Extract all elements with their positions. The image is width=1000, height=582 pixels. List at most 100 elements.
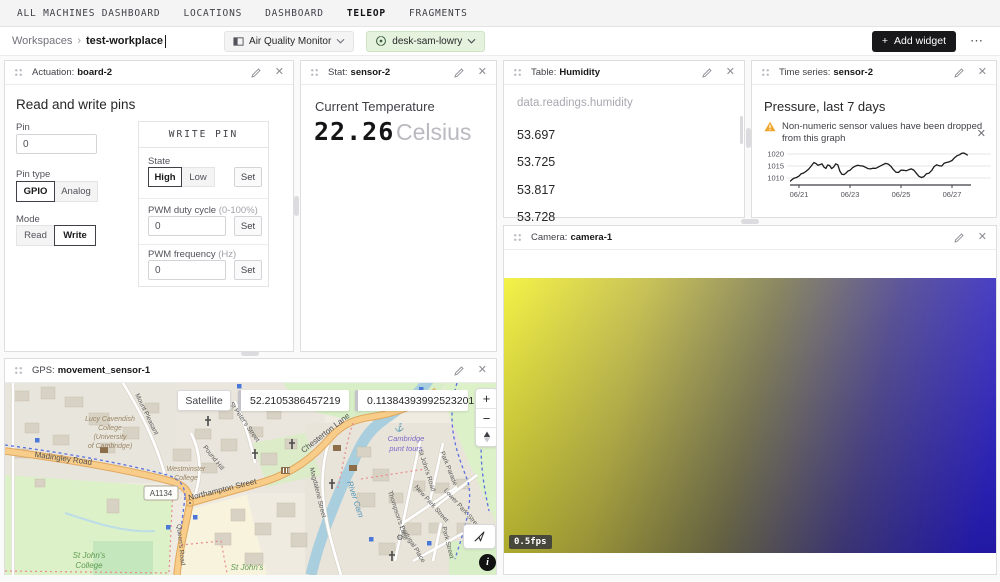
widget-name: Humidity [559, 67, 600, 78]
pwm-duty-input[interactable] [148, 216, 226, 236]
machine-select[interactable]: desk-sam-lowry [366, 31, 485, 52]
map-label: St John's [231, 563, 264, 572]
drag-handle-icon[interactable] [14, 67, 23, 78]
fps-badge: 0.5fps [509, 535, 552, 549]
edit-pencil-icon[interactable] [453, 67, 465, 79]
pin-label: Pin [16, 122, 30, 133]
state-high-button[interactable]: High [148, 167, 182, 187]
map-label: Cambridge [388, 434, 425, 443]
edit-pencil-icon[interactable] [701, 67, 713, 79]
table-column-header: data.readings.humidity [517, 97, 633, 109]
compass-pitch-button[interactable] [476, 427, 496, 446]
navigation-arrow-icon [473, 530, 486, 543]
locate-button[interactable] [463, 524, 496, 549]
drag-handle-icon[interactable] [513, 232, 522, 243]
map-label: St John's [73, 551, 106, 560]
nav-fragments[interactable]: FRAGMENTS [409, 8, 468, 19]
pressure-line-chart: 10101015102006/2106/2306/2506/27 [757, 147, 995, 211]
column-resize-handle[interactable] [746, 128, 751, 148]
add-widget-button[interactable]: + Add widget [872, 31, 956, 52]
widget-type-label: Camera: [531, 232, 567, 243]
drag-handle-icon[interactable] [14, 365, 23, 376]
chevron-down-icon [336, 38, 345, 44]
svg-text:06/23: 06/23 [841, 190, 860, 199]
state-low-button[interactable]: Low [181, 167, 215, 187]
zoom-out-button[interactable]: − [476, 408, 496, 427]
close-icon[interactable]: ✕ [978, 67, 987, 78]
nav-teleop[interactable]: TELEOP [347, 8, 386, 19]
attribution-info-icon[interactable]: i [479, 554, 496, 571]
close-icon[interactable]: ✕ [478, 67, 487, 78]
road-shield-label: A1134 [150, 489, 173, 498]
widget-type-label: Stat: [328, 67, 348, 78]
more-menu-button[interactable]: ⋯ [970, 33, 984, 49]
warning-dismiss-icon[interactable]: ✕ [977, 127, 986, 140]
workspace-toolbar: Workspaces › test-workplace Air Quality … [0, 27, 1000, 56]
mode-write-button[interactable]: Write [54, 225, 96, 246]
close-icon[interactable]: ✕ [275, 67, 284, 78]
state-label: State [148, 156, 170, 167]
row-resize-handle[interactable] [241, 351, 259, 356]
map-label: punt tours [388, 444, 423, 453]
plus-icon: + [882, 35, 888, 47]
edit-pencil-icon[interactable] [953, 232, 965, 244]
pin-input[interactable] [16, 134, 97, 154]
nav-all-machines-dashboard[interactable]: ALL MACHINES DASHBOARD [17, 8, 160, 19]
widget-name: camera-1 [570, 232, 612, 243]
warning-banner: Non-numeric sensor values have been drop… [764, 121, 986, 145]
pwm-freq-set-button[interactable]: Set [234, 260, 262, 280]
widget-type-label: GPS: [32, 365, 55, 376]
row-resize-handle[interactable] [741, 219, 759, 224]
close-icon[interactable]: ✕ [726, 67, 735, 78]
workspace-select[interactable]: Air Quality Monitor [224, 31, 354, 52]
breadcrumb-separator: › [77, 35, 81, 47]
map-label: Westminster [167, 466, 206, 473]
workspace-icon [233, 36, 244, 47]
svg-text:06/25: 06/25 [892, 190, 911, 199]
pwm-freq-input[interactable] [148, 260, 226, 280]
widget-camera: Camera: camera-1 ✕ 0.5fps [503, 225, 997, 575]
divider [139, 244, 268, 245]
widget-name: movement_sensor-1 [58, 365, 150, 376]
pin-type-gpio-button[interactable]: GPIO [16, 181, 55, 202]
breadcrumb-current[interactable]: test-workplace [86, 35, 163, 47]
pin-type-analog-button[interactable]: Analog [54, 181, 98, 202]
zoom-in-button[interactable]: + [476, 389, 496, 408]
svg-text:06/21: 06/21 [790, 190, 809, 199]
text-cursor [165, 35, 166, 48]
edit-pencil-icon[interactable] [453, 365, 465, 377]
nav-locations[interactable]: LOCATIONS [183, 8, 242, 19]
close-icon[interactable]: ✕ [978, 232, 987, 243]
map-label: College [98, 425, 122, 432]
widget-type-label: Table: [531, 67, 556, 78]
workspace-select-label: Air Quality Monitor [249, 36, 331, 47]
state-set-button[interactable]: Set [234, 167, 262, 187]
map-graphics: A1134 Madingley RoadMount PleasantNortha… [5, 383, 496, 575]
widget-table: Table: Humidity ✕ data.readings.humidity… [503, 60, 745, 218]
satellite-toggle-button[interactable]: Satellite [177, 390, 231, 411]
warning-triangle-icon [764, 121, 776, 132]
widget-name: board-2 [77, 67, 112, 78]
nav-dashboard[interactable]: DASHBOARD [265, 8, 324, 19]
latitude-input[interactable]: 52.2105386457219 [238, 390, 349, 411]
map-label: College [174, 475, 198, 482]
column-resize-handle[interactable] [294, 196, 299, 216]
close-icon[interactable]: ✕ [478, 365, 487, 376]
machine-select-label: desk-sam-lowry [392, 36, 462, 47]
pwm-duty-set-button[interactable]: Set [234, 216, 262, 236]
scrollbar-thumb[interactable] [740, 116, 743, 144]
mode-label: Mode [16, 214, 40, 225]
state-segmented: High Low [148, 167, 215, 187]
drag-handle-icon[interactable] [310, 67, 319, 78]
longitude-input[interactable]: 0.11384393992523201 [355, 390, 468, 411]
write-pin-panel: WRITE PIN State High Low Set PWM duty cy… [138, 121, 269, 287]
table-row: 53.817 [517, 176, 555, 204]
drag-handle-icon[interactable] [513, 67, 522, 78]
edit-pencil-icon[interactable] [250, 67, 262, 79]
svg-text:1020: 1020 [767, 150, 784, 159]
drag-handle-icon[interactable] [761, 67, 770, 78]
map-canvas[interactable]: A1134 Madingley RoadMount PleasantNortha… [5, 383, 496, 575]
breadcrumb-root[interactable]: Workspaces [12, 35, 72, 47]
edit-pencil-icon[interactable] [953, 67, 965, 79]
mode-read-button[interactable]: Read [16, 225, 55, 246]
